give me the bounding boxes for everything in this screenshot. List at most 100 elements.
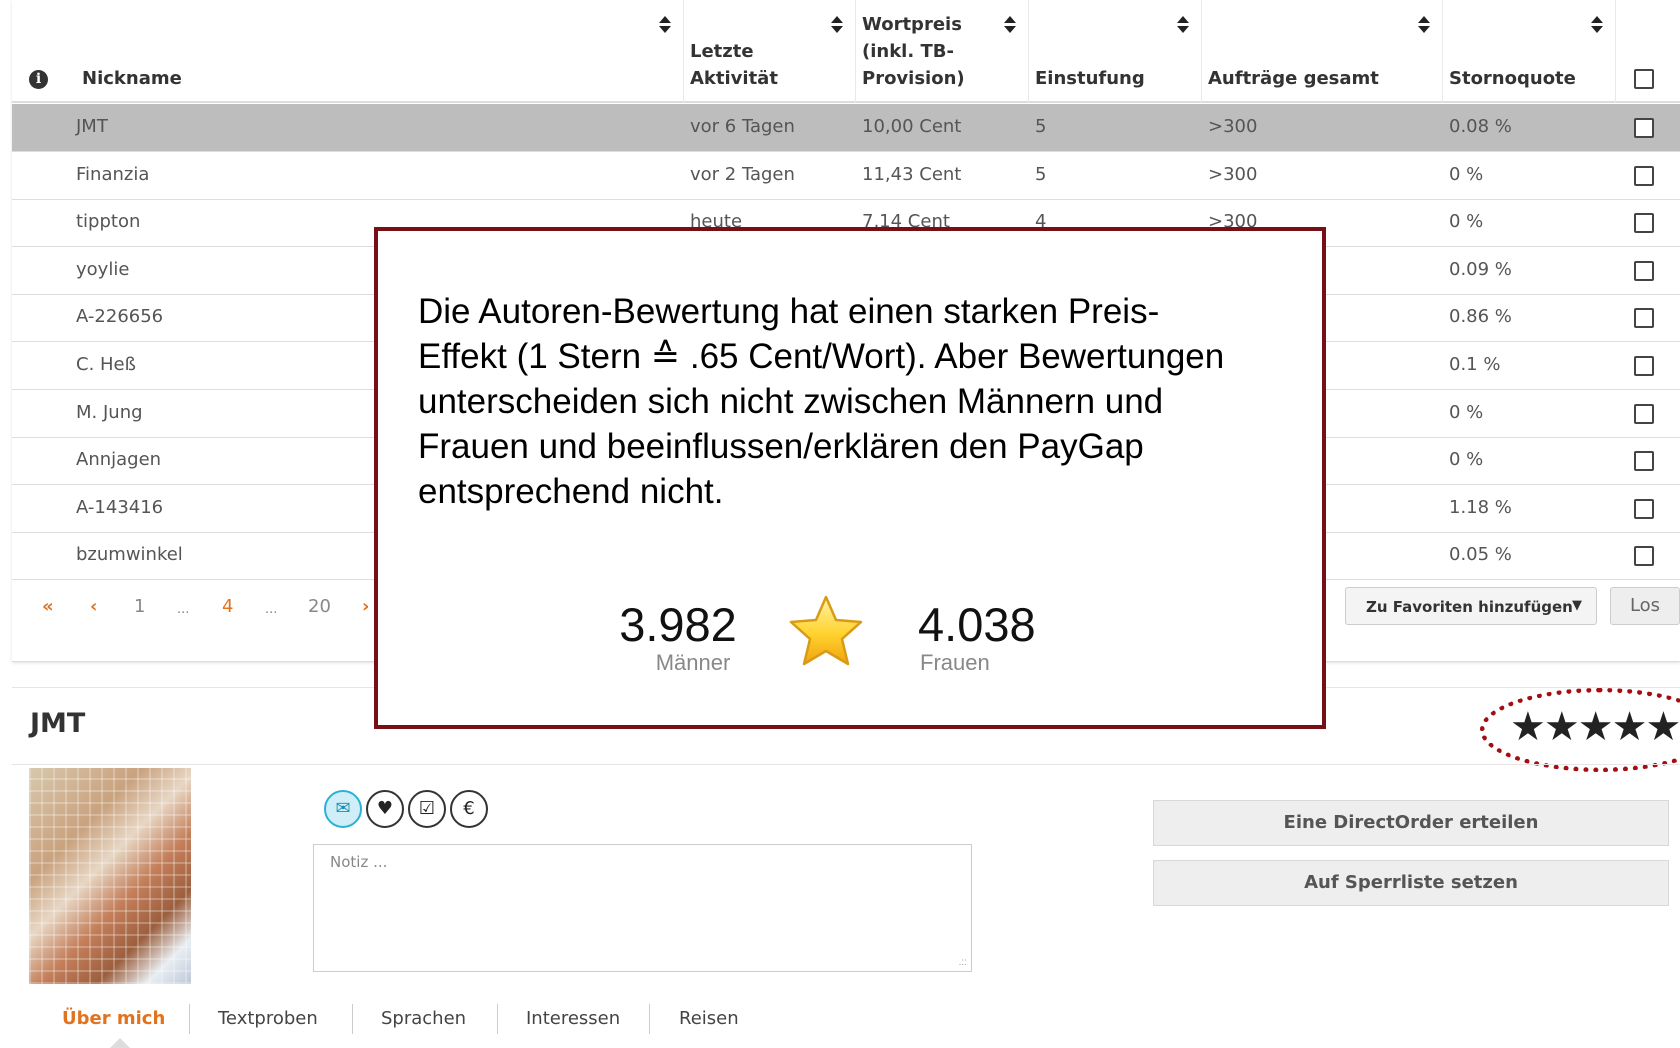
tab-travel[interactable]: Reisen <box>679 1008 739 1029</box>
note-field-wrap: .:: <box>313 844 972 972</box>
row-checkbox[interactable] <box>1634 118 1654 138</box>
cell-nickname: bzumwinkel <box>76 544 183 566</box>
cell-rating: 5 <box>1035 163 1047 185</box>
cell-nickname: C. Heß <box>76 354 136 375</box>
bulk-action-select[interactable]: Zu Favoriten hinzufügen ▼ <box>1345 587 1597 625</box>
prev-page-button[interactable]: ‹ <box>90 596 97 617</box>
col-header-label: Letzte Aktivität <box>690 41 778 89</box>
sort-icon[interactable] <box>659 16 671 38</box>
first-page-button[interactable]: « <box>42 596 54 617</box>
col-header-label: Nickname <box>82 68 182 89</box>
table-row[interactable]: JMT vor 6 Tagen 10,00 Cent 5 >300 0.08 % <box>12 104 1680 152</box>
row-checkbox[interactable] <box>1634 498 1654 519</box>
row-checkbox[interactable] <box>1634 308 1654 329</box>
tab-languages[interactable]: Sprachen <box>381 1008 466 1029</box>
envelope-icon[interactable]: ✉ <box>324 790 362 828</box>
col-header-label: Einstufung <box>1035 68 1145 89</box>
page-link[interactable]: 20 <box>308 596 331 617</box>
callout-line: unterscheiden sich nicht zwischen Männer… <box>418 382 1164 421</box>
col-header-rating[interactable]: Einstufung <box>1029 0 1201 103</box>
bulk-action-value: Zu Favoriten hinzufügen <box>1366 598 1573 616</box>
tab-divider <box>352 1004 353 1034</box>
col-header-orders[interactable]: Aufträge gesamt <box>1202 0 1442 103</box>
heart-icon[interactable]: ♥ <box>366 790 404 828</box>
info-icon[interactable]: i <box>29 70 48 89</box>
dropdown-caret-icon: ▼ <box>1572 598 1582 613</box>
cell-orders: >300 <box>1208 116 1258 137</box>
cell-price: 11,43 Cent <box>862 163 962 185</box>
cell-cancel: 0.09 % <box>1449 258 1512 280</box>
sort-icon[interactable] <box>1418 16 1430 38</box>
cell-cancel: 1.18 % <box>1449 496 1512 518</box>
sort-icon[interactable] <box>1591 16 1603 38</box>
cell-cancel: 0.86 % <box>1449 306 1512 328</box>
cell-nickname: Finanzia <box>76 163 150 185</box>
row-checkbox[interactable] <box>1634 260 1654 281</box>
col-header-price[interactable]: Wortpreis (inkl. TB- Provision) <box>856 0 1028 103</box>
cell-cancel: 0.1 % <box>1449 354 1501 375</box>
cell-price: 10,00 Cent <box>862 116 962 137</box>
star-icon <box>789 595 863 666</box>
tab-text-samples[interactable]: Textproben <box>218 1008 318 1029</box>
row-checkbox[interactable] <box>1634 451 1654 472</box>
cell-nickname: M. Jung <box>76 401 143 423</box>
resize-grip-icon[interactable]: .:: <box>959 957 967 968</box>
sort-icon[interactable] <box>1177 16 1189 38</box>
checkbox-icon[interactable]: ☑ <box>408 790 446 828</box>
cell-cancel: 0.08 % <box>1449 116 1512 137</box>
row-checkbox[interactable] <box>1634 356 1654 376</box>
men-value: 3.982 <box>619 598 737 651</box>
cell-orders: >300 <box>1208 163 1258 185</box>
cell-activity: vor 6 Tagen <box>690 116 795 137</box>
col-header-nickname[interactable]: Nickname <box>76 0 683 103</box>
row-checkbox[interactable] <box>1634 165 1654 186</box>
cell-nickname: tippton <box>76 211 141 233</box>
block-list-button[interactable]: Auf Sperrliste setzen <box>1153 860 1669 906</box>
table-row[interactable]: Finanzia vor 2 Tagen 11,43 Cent 5 >300 0 % <box>12 152 1680 200</box>
col-header-label: Wortpreis (inkl. TB- Provision) <box>862 14 965 89</box>
callout-line: Effekt (1 Stern ≙ .65 Cent/Wort). Aber B… <box>418 337 1225 376</box>
page-ellipsis: ... <box>265 602 278 617</box>
tab-divider <box>649 1004 650 1034</box>
col-header-cancel-rate[interactable]: Stornoquote <box>1443 0 1615 103</box>
bulk-go-button[interactable]: Los <box>1610 587 1680 625</box>
cell-cancel: 0 % <box>1449 401 1484 423</box>
col-header-label: Aufträge gesamt <box>1208 68 1379 89</box>
select-all-checkbox[interactable] <box>1634 69 1654 89</box>
women-value: 4.038 <box>918 598 1036 651</box>
cell-cancel: 0.05 % <box>1449 544 1512 566</box>
cell-cancel: 0 % <box>1449 449 1484 471</box>
euro-icon[interactable]: € <box>450 790 488 828</box>
page-link-current[interactable]: 4 <box>222 596 233 617</box>
men-label: Männer <box>655 650 731 675</box>
cell-activity: vor 2 Tagen <box>690 163 795 185</box>
page-ellipsis: ... <box>177 602 190 617</box>
tab-interests[interactable]: Interessen <box>526 1008 620 1029</box>
cell-rating: 5 <box>1035 116 1047 137</box>
next-page-button[interactable]: › <box>362 596 369 617</box>
row-checkbox[interactable] <box>1634 213 1654 234</box>
sort-icon[interactable] <box>831 16 843 38</box>
profile-panel: JMT ★★★★★ ✉ ♥ ☑ € .:: Eine DirectOrder e… <box>12 687 1680 1048</box>
callout-line: entsprechend nicht. <box>418 472 724 511</box>
avatar <box>29 768 191 984</box>
sort-icon[interactable] <box>1004 16 1016 38</box>
page-link[interactable]: 1 <box>134 596 145 617</box>
direct-order-button[interactable]: Eine DirectOrder erteilen <box>1153 800 1669 846</box>
cell-nickname: yoylie <box>76 258 130 280</box>
divider <box>12 764 1680 765</box>
row-checkbox[interactable] <box>1634 403 1654 424</box>
column-divider <box>1615 0 1616 103</box>
rating-stars: ★★★★★ <box>1510 704 1680 750</box>
annotation-callout: Die Autoren-Bewertung hat einen starken … <box>374 227 1326 729</box>
cell-nickname: Annjagen <box>76 449 162 471</box>
tab-divider <box>497 1004 498 1034</box>
col-header-activity[interactable]: Letzte Aktivität <box>684 0 855 103</box>
cell-nickname: JMT <box>76 116 108 137</box>
tab-about-me[interactable]: Über mich <box>62 1008 165 1029</box>
note-field[interactable] <box>314 845 971 971</box>
active-tab-pointer <box>108 1038 132 1048</box>
callout-line: Die Autoren-Bewertung hat einen starken … <box>418 292 1160 331</box>
men-stat: 3.982 Männer <box>613 599 743 675</box>
row-checkbox[interactable] <box>1634 546 1654 567</box>
